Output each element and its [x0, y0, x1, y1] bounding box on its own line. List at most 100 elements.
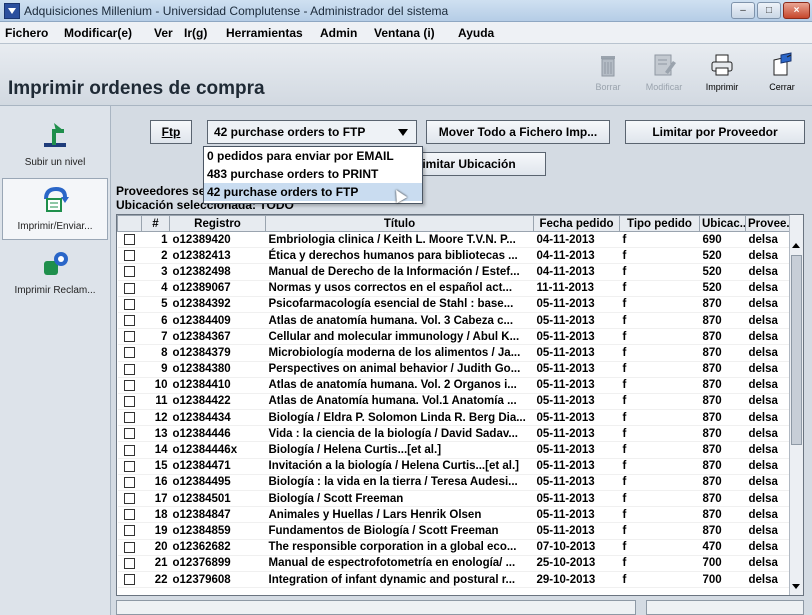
table-row[interactable]: 15 o12384471 Invitación a la biología / He… — [117, 458, 790, 475]
col-header-select[interactable] — [117, 215, 142, 232]
imprimir-button[interactable]: Imprimir — [696, 52, 748, 100]
cell-titulo: Biología / Scott Freeman — [265, 490, 534, 508]
cell-fecha: 05-11-2013 — [533, 409, 620, 427]
dropdown-option-print[interactable]: 483 purchase orders to PRINT — [204, 165, 422, 183]
col-header-fecha[interactable]: Fecha pedido — [533, 215, 620, 232]
cell-ubicacion: 690 — [699, 231, 746, 249]
row-checkbox[interactable] — [124, 460, 135, 472]
col-header-titulo[interactable]: Título — [265, 215, 534, 232]
document-arrow-icon — [44, 186, 69, 212]
table-row[interactable]: 10 o12384410 Atlas de anatomía humana. Vol… — [117, 377, 790, 394]
table-row[interactable]: 17 o12384501 Biología / Scott Freeman 05-11… — [117, 490, 790, 508]
table-row[interactable]: 2 o12382413 Ética y derechos humanos para … — [117, 247, 790, 265]
table-row[interactable]: 9 o12384380 Perspectives on animal behavio… — [117, 361, 790, 378]
dropdown-option-email[interactable]: 0 pedidos para enviar por EMAIL — [204, 147, 422, 165]
menu-ver[interactable]: Ver — [154, 26, 173, 40]
cell-tipo: f — [619, 280, 700, 297]
table-row[interactable]: 5 o12384392 Psicofarmacología esencial de … — [117, 296, 790, 313]
row-checkbox[interactable] — [124, 315, 135, 326]
scroll-thumb[interactable] — [791, 255, 802, 445]
row-checkbox[interactable] — [124, 282, 135, 294]
row-checkbox[interactable] — [124, 541, 135, 553]
edit-icon — [654, 54, 676, 76]
table-row[interactable]: 19 o12384859 Fundamentos de Biología / Sco… — [117, 522, 790, 540]
row-checkbox[interactable] — [124, 266, 135, 278]
dropdown-option-ftp[interactable]: 42 purchase orders to FTP — [204, 183, 422, 201]
table-row[interactable]: 1 o12389420 Embriologia clinica / Keith L.… — [117, 231, 790, 249]
nav-subir-un-nivel[interactable]: Subir un nivel — [2, 114, 108, 176]
table-row[interactable]: 22 o12379608 Integration of infant dynamic… — [117, 571, 790, 589]
col-header-ubicacion[interactable]: Ubicac... — [699, 215, 746, 232]
ftp-button[interactable]: Ftp — [150, 120, 192, 144]
mover-todo-button[interactable]: Mover Todo a Fichero Imp... — [426, 120, 610, 144]
modificar-button[interactable]: Modificar — [638, 52, 690, 100]
menu-modificar[interactable]: Modificar(e) — [64, 26, 132, 40]
cerrar-button[interactable]: Cerrar — [756, 52, 808, 100]
row-checkbox[interactable] — [124, 493, 135, 505]
row-checkbox[interactable] — [124, 509, 135, 521]
table-row[interactable]: 13 o12384446 Vida : la ciencia de la biolo… — [117, 425, 790, 443]
borrar-button[interactable]: Borrar — [582, 52, 634, 100]
cell-registro: o12389067 — [169, 280, 266, 297]
page-header: Imprimir ordenes de compra Borrar Modifi… — [0, 44, 812, 106]
cell-number: 8 — [141, 344, 170, 362]
table-row[interactable]: 18 o12384847 Animales y Huellas / Lars Hen… — [117, 506, 790, 524]
row-checkbox[interactable] — [124, 412, 135, 424]
row-checkbox[interactable] — [124, 363, 135, 375]
row-checkbox[interactable] — [124, 331, 135, 343]
col-header-number[interactable]: # — [141, 215, 170, 232]
row-checkbox[interactable] — [124, 298, 135, 310]
row-checkbox[interactable] — [124, 476, 135, 488]
nav-imprimir-reclam[interactable]: Imprimir Reclam... — [2, 242, 108, 304]
col-header-proveedor[interactable]: Provee... — [745, 215, 790, 232]
menu-ir[interactable]: Ir(g) — [184, 26, 207, 40]
row-checkbox[interactable] — [124, 395, 135, 407]
vertical-scrollbar[interactable] — [789, 215, 803, 595]
cell-titulo: Invitación a la biología / Helena Curtis… — [265, 458, 534, 475]
menu-admin[interactable]: Admin — [320, 26, 357, 40]
menu-herramientas[interactable]: Herramientas — [226, 26, 303, 40]
maximize-button[interactable]: □ — [757, 2, 781, 19]
row-checkbox[interactable] — [124, 574, 135, 585]
table-row[interactable]: 4 o12389067 Normas y usos correctos en el … — [117, 280, 790, 297]
menu-ayuda[interactable]: Ayuda — [458, 26, 494, 40]
page-title: Imprimir ordenes de compra — [8, 78, 265, 99]
row-checkbox[interactable] — [124, 379, 135, 391]
output-type-select[interactable]: 42 purchase orders to FTP — [207, 120, 417, 144]
row-checkbox[interactable] — [124, 347, 135, 359]
table-row[interactable]: 20 o12362682 The responsible corporation i… — [117, 539, 790, 556]
cell-registro: o12384501 — [169, 490, 266, 508]
scroll-down-icon[interactable] — [792, 584, 800, 589]
row-checkbox[interactable] — [124, 525, 135, 537]
table-row[interactable]: 21 o12376899 Manual de espectrofotometría … — [117, 555, 790, 572]
limitar-proveedor-button[interactable]: Limitar por Proveedor — [625, 120, 805, 144]
row-checkbox[interactable] — [124, 428, 135, 440]
cell-tipo: f — [619, 231, 700, 249]
row-checkbox[interactable] — [124, 557, 135, 569]
table-row[interactable]: 16 o12384495 Biología : la vida en la tier… — [117, 474, 790, 492]
nav-imprimir-enviar[interactable]: Imprimir/Enviar... — [2, 178, 108, 240]
cell-proveedor: delsa — [745, 312, 790, 330]
row-checkbox[interactable] — [124, 250, 135, 262]
scroll-up-icon[interactable] — [792, 243, 800, 248]
cell-tipo: f — [619, 555, 700, 572]
cell-proveedor: delsa — [745, 571, 790, 589]
menu-ventana[interactable]: Ventana (i) — [374, 26, 435, 40]
col-header-tipo[interactable]: Tipo pedido — [619, 215, 700, 232]
row-select-cell — [117, 393, 142, 411]
row-checkbox[interactable] — [124, 444, 135, 456]
col-header-registro[interactable]: Registro — [169, 215, 266, 232]
row-checkbox[interactable] — [124, 234, 135, 246]
minimize-button[interactable]: – — [731, 2, 755, 19]
table-row[interactable]: 14 o12384446x Biología / Helena Curtis...[… — [117, 441, 790, 459]
table-row[interactable]: 11 o12384422 Atlas de Anatomía humana. Vol… — [117, 393, 790, 411]
table-row[interactable]: 12 o12384434 Biología / Eldra P. Solomon L… — [117, 409, 790, 427]
table-row[interactable]: 6 o12384409 Atlas de anatomía humana. Vol.… — [117, 312, 790, 330]
title-bar: Adquisiciones Millenium - Universidad Co… — [0, 0, 812, 22]
table-row[interactable]: 8 o12384379 Microbiología moderna de los a… — [117, 344, 790, 362]
close-button[interactable]: × — [783, 2, 810, 19]
menu-fichero[interactable]: Fichero — [5, 26, 48, 40]
table-row[interactable]: 3 o12382498 Manual de Derecho de la Inform… — [117, 263, 790, 281]
table-row[interactable]: 7 o12384367 Cellular and molecular immunol… — [117, 328, 790, 346]
cell-tipo: f — [619, 490, 700, 508]
